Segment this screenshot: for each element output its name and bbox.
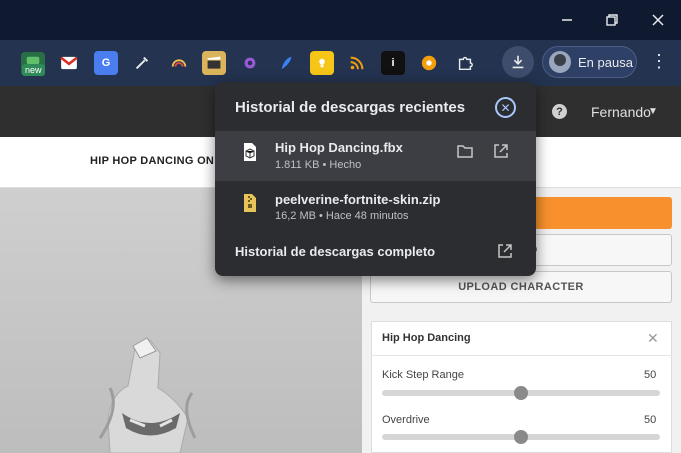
rss-icon[interactable] bbox=[345, 51, 369, 75]
orange-extension-icon[interactable] bbox=[417, 51, 441, 75]
cube-file-icon bbox=[244, 143, 256, 161]
downloads-title: Historial de descargas recientes bbox=[235, 99, 466, 116]
google-translate-icon[interactable]: G bbox=[94, 51, 118, 75]
folder-icon[interactable] bbox=[456, 142, 474, 160]
user-menu-name[interactable]: Fernando bbox=[591, 104, 651, 120]
download-icon bbox=[512, 55, 524, 69]
rainbow-icon[interactable] bbox=[167, 51, 191, 75]
download-meta: 1.811 KB • Hecho bbox=[275, 159, 362, 171]
close-popup-icon[interactable]: ✕ bbox=[495, 97, 516, 118]
download-meta: 16,2 MB • Hace 48 minutos bbox=[275, 210, 409, 222]
close-icon[interactable]: ✕ bbox=[647, 330, 659, 347]
keep-icon[interactable] bbox=[310, 51, 334, 75]
param-value: 50 bbox=[644, 369, 657, 381]
feather-icon[interactable] bbox=[274, 51, 298, 75]
animation-panel-title: Hip Hop Dancing bbox=[382, 332, 471, 344]
new-badge: new bbox=[22, 64, 45, 76]
open-external-icon[interactable] bbox=[492, 142, 510, 160]
animation-title: HIP HOP DANCING ON bbox=[90, 155, 215, 167]
downloads-button[interactable] bbox=[502, 46, 534, 78]
browser-titlebar bbox=[0, 0, 681, 40]
chevron-down-icon[interactable]: ▼ bbox=[648, 106, 658, 117]
avatar bbox=[549, 51, 571, 73]
gear-icon[interactable] bbox=[238, 51, 262, 75]
close-window-icon[interactable] bbox=[646, 8, 670, 32]
zip-file-icon bbox=[244, 194, 256, 212]
param-label: Kick Step Range bbox=[382, 369, 464, 381]
more-menu-icon[interactable]: ⋮ bbox=[650, 52, 668, 70]
minimize-icon[interactable] bbox=[555, 8, 579, 32]
download-name[interactable]: Hip Hop Dancing.fbx bbox=[275, 140, 403, 155]
color-picker-icon[interactable] bbox=[130, 51, 154, 75]
download-name[interactable]: peelverine-fortnite-skin.zip bbox=[275, 192, 440, 207]
info-icon[interactable]: i bbox=[381, 51, 405, 75]
clapper-icon[interactable] bbox=[202, 51, 226, 75]
profile-button[interactable]: En pausa bbox=[542, 46, 637, 78]
profile-label: En pausa bbox=[578, 54, 633, 70]
screen: G i new En pausa ⋮ ? Fernando ▼ HIP HOP … bbox=[0, 0, 681, 453]
download-item[interactable] bbox=[215, 131, 536, 181]
gmail-icon[interactable] bbox=[57, 51, 81, 75]
slider-handle[interactable] bbox=[514, 386, 528, 400]
divider bbox=[371, 355, 672, 356]
param-label: Overdrive bbox=[382, 414, 430, 426]
full-history-link[interactable]: Historial de descargas completo bbox=[235, 244, 435, 259]
help-icon[interactable]: ? bbox=[552, 104, 567, 119]
restore-icon[interactable] bbox=[600, 8, 624, 32]
slider-handle[interactable] bbox=[514, 430, 528, 444]
param-value: 50 bbox=[644, 414, 657, 426]
open-external-icon[interactable] bbox=[496, 242, 514, 260]
puzzle-icon[interactable] bbox=[453, 51, 477, 75]
